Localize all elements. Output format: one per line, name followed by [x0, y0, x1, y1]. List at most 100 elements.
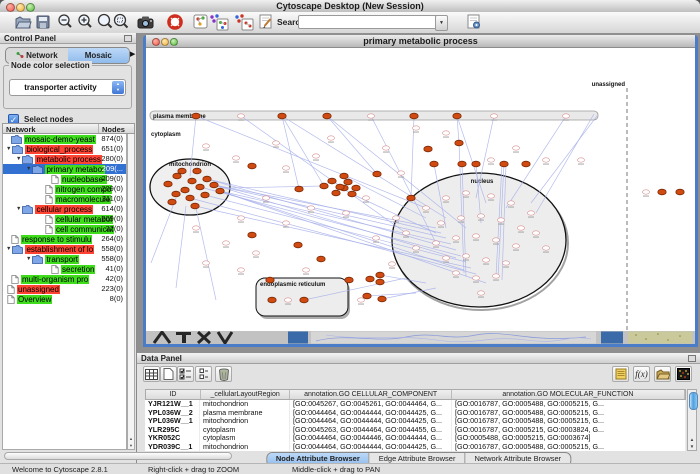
tree-row[interactable]: ▼biological_process651(0) [3, 144, 126, 154]
table-cell: YLR295C [145, 426, 200, 435]
expand-arrow-icon[interactable]: ▼ [26, 166, 31, 172]
file-icon [7, 285, 15, 294]
expand-arrow-icon[interactable]: ▼ [26, 256, 31, 262]
column-header[interactable]: _cellularLayoutRegion [201, 390, 291, 399]
column-header[interactable]: ID [146, 390, 201, 399]
expand-arrow-icon[interactable]: ▼ [6, 246, 11, 252]
table-row[interactable]: YLR295Ccytoplasm[GO:0045263, GO:0044464,… [145, 426, 686, 435]
scroll-down-icon[interactable]: ▼ [128, 443, 134, 448]
tree-row[interactable]: ▼transport558(0) [3, 254, 126, 264]
tree-row[interactable]: ▼establishment of lo558(0) [3, 244, 126, 254]
table-cell: mitochondrion [200, 417, 290, 426]
tree-row-label: unassigned [17, 285, 60, 294]
notes-icon[interactable] [612, 366, 629, 382]
table-cell: [GO:0044464, GO:0044446, GO:0044444, G..… [290, 434, 452, 443]
zoom-out-icon[interactable] [56, 13, 76, 31]
tree-row[interactable]: Overview8(0) [3, 294, 126, 304]
tree-row-count: 311(0) [102, 194, 123, 204]
attribute-table-header[interactable]: ID_cellularLayoutRegionannotation.GO CEL… [145, 389, 686, 400]
column-header[interactable]: annotation.GO MOLECULAR_FUNCTION [452, 390, 685, 399]
table-vertical-scrollbar[interactable]: ▲ ▼ [687, 389, 697, 451]
save-session-button[interactable] [34, 13, 54, 31]
tree-row[interactable]: macromolecule311(0) [3, 194, 126, 204]
search-settings-icon[interactable] [466, 13, 486, 31]
folder-icon [22, 205, 33, 214]
cytoscape-window: Cytoscape Desktop (New Session) [0, 0, 700, 474]
table-cell: YKR052C [145, 434, 200, 443]
more-tabs-arrow[interactable]: ▶ [130, 50, 135, 58]
tree-row[interactable]: ▼cellular process614(0) [3, 204, 126, 214]
float-panel-icon[interactable] [124, 35, 132, 42]
table-row[interactable]: YJR121W__1mitochondrion[GO:0045267, GO:0… [145, 400, 686, 409]
tree-row-count: 280(0) [101, 154, 123, 164]
folder-icon [12, 145, 23, 154]
new-attribute-icon[interactable] [160, 366, 177, 382]
scroll-thumb[interactable] [689, 392, 698, 410]
zoom-selected-icon[interactable] [112, 13, 132, 31]
new-network-from-selection-icon[interactable] [208, 13, 228, 31]
table-cell: [GO:0016787, GO:0005215, GO:0003824, G..… [452, 426, 686, 435]
table-row[interactable]: YDR039C__1mitochondrion[GO:0044464, GO:0… [145, 443, 686, 452]
expand-arrow-icon[interactable]: ▼ [6, 146, 11, 152]
expand-arrow-icon[interactable]: ▼ [16, 206, 21, 212]
svg-text:unassigned: unassigned [592, 82, 626, 88]
tree-row[interactable]: secretion41(0) [3, 264, 126, 274]
tree-row[interactable]: cellular metabol209(0) [3, 214, 126, 224]
unselect-attributes-icon[interactable] [195, 366, 212, 382]
search-dropdown-arrow[interactable]: ▼ [435, 15, 448, 31]
tree-row[interactable]: unassigned223(0) [3, 284, 126, 294]
network-view-titlebar[interactable]: primary metabolic process [146, 35, 695, 48]
tree-row[interactable]: cell communicat22(0) [3, 224, 126, 234]
open-session-button[interactable] [14, 13, 34, 31]
svg-text:nucleus: nucleus [471, 179, 494, 185]
delete-attribute-icon[interactable] [215, 366, 232, 382]
tree-row[interactable]: nucleobase-209(0) [3, 174, 126, 184]
import-attributes-icon[interactable] [654, 366, 671, 382]
help-icon[interactable] [166, 13, 186, 31]
tree-row[interactable]: ▼metabolic process280(0) [3, 154, 126, 164]
select-attributes-icon[interactable] [177, 366, 194, 382]
data-panel-title: Data Panel [141, 354, 182, 363]
node-color-dropdown[interactable]: transporter activity ▲▼ [9, 79, 126, 96]
tree-row-label: establishment of lo [25, 245, 94, 254]
table-scroll-down-icon[interactable]: ▼ [688, 444, 696, 449]
snapshot-icon[interactable] [136, 13, 156, 31]
node-color-dropdown-value: transporter activity [10, 80, 111, 95]
table-row[interactable]: YPL036W__1mitochondrion[GO:0044464, GO:0… [145, 417, 686, 426]
table-cell: YPL036W__1 [145, 417, 200, 426]
tree-scrollbar[interactable]: ▲ ▼ [127, 134, 135, 450]
tree-row[interactable]: response to stimulu264(0) [3, 234, 126, 244]
horizontal-scrollbar[interactable] [4, 452, 232, 460]
table-cell: plasma membrane [200, 409, 290, 418]
file-icon [45, 195, 53, 204]
matrix-icon[interactable] [675, 366, 692, 382]
table-cell: [GO:0016787, GO:0005488, GO:0005215, G..… [452, 409, 686, 418]
scroll-up-icon[interactable]: ▲ [128, 436, 134, 441]
float-data-panel-icon[interactable] [688, 355, 696, 362]
main-toolbar: Search: ▼ [0, 12, 700, 34]
new-network-icon[interactable] [233, 13, 253, 31]
table-cell: [GO:0045263, GO:0044464, GO:0044455, G..… [290, 426, 452, 435]
tree-row-count: 41(0) [105, 264, 123, 274]
expand-arrow-icon[interactable]: ▼ [16, 156, 21, 162]
table-cell: YDR039C__1 [145, 443, 200, 452]
table-row[interactable]: YKR052Ccytoplasm[GO:0044464, GO:0044446,… [145, 434, 686, 443]
table-cell: [GO:0016787, GO:0005488, GO:0005215, G..… [452, 417, 686, 426]
column-header[interactable]: annotation.GO CELLULAR_COMPONENT [290, 390, 451, 399]
folder-icon [12, 245, 23, 254]
tree-row[interactable]: ▼primary metabol209(... [3, 164, 126, 174]
tree-row[interactable]: nitrogen compo209(0) [3, 184, 126, 194]
attribute-table-icon[interactable] [143, 366, 160, 382]
network-canvas-area[interactable]: plasma membranecytoplasmmitochondrionnuc… [146, 48, 695, 331]
table-scroll-up-icon[interactable]: ▲ [688, 437, 696, 442]
search-input[interactable] [298, 15, 438, 29]
zoom-in-icon[interactable] [76, 13, 96, 31]
file-icon [11, 275, 19, 284]
control-panel: Control Panel Network Mosaic ▶ Node colo… [0, 33, 137, 463]
annotation-icon[interactable] [258, 13, 278, 31]
tree-row[interactable]: mosaic-demo-yeast874(0) [3, 134, 126, 144]
tree-row[interactable]: multi-organism pro42(0) [3, 274, 126, 284]
formula-icon[interactable]: f(x) [633, 366, 650, 382]
table-row[interactable]: YPL036W__2plasma membrane[GO:0044464, GO… [145, 409, 686, 418]
tree-row-count: 209(0) [101, 214, 123, 224]
